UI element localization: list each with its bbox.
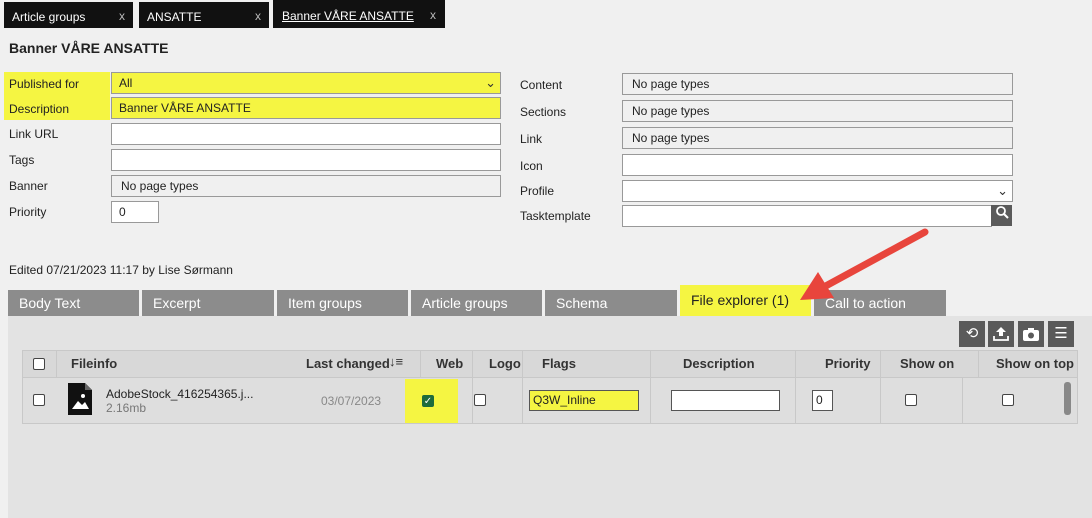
flags-field[interactable]: Q3W_Inline	[529, 390, 639, 411]
header-show-on: Show on	[900, 356, 955, 371]
tags-field[interactable]	[111, 149, 501, 171]
header-priority: Priority	[825, 356, 871, 371]
show-on-checkbox[interactable]	[905, 394, 917, 406]
close-icon[interactable]: x	[119, 9, 125, 23]
published-for-label: Published for	[9, 77, 80, 91]
header-logo: Logo	[489, 356, 521, 371]
priority-cell-field[interactable]: 0	[812, 390, 833, 411]
sections-field[interactable]: No page types	[622, 100, 1013, 122]
divider	[650, 350, 651, 424]
tab-article-groups[interactable]: Article groups	[411, 290, 542, 316]
sections-label: Sections	[520, 105, 567, 119]
tab-call-to-action[interactable]: Call to action	[814, 290, 946, 316]
header-web: Web	[436, 356, 464, 371]
tab-schema[interactable]: Schema	[545, 290, 677, 316]
show-on-top-checkbox[interactable]	[1002, 394, 1014, 406]
tab-label: Article groups	[422, 295, 508, 311]
priority-label: Priority	[9, 205, 47, 219]
scrollbar-thumb[interactable]	[1064, 382, 1071, 415]
tab-label: Excerpt	[153, 295, 201, 311]
icon-field[interactable]	[622, 154, 1013, 176]
header-flags: Flags	[542, 356, 576, 371]
tab-label: Item groups	[288, 295, 362, 311]
divider	[962, 378, 963, 424]
divider	[522, 350, 523, 424]
header-show-on-top: Show on top	[996, 356, 1074, 371]
tab-label: Body Text	[19, 295, 81, 311]
close-icon[interactable]: x	[430, 8, 436, 22]
tasktemplate-field[interactable]	[622, 205, 992, 227]
header-last-changed[interactable]: Last changed	[306, 356, 390, 371]
tab-label: Schema	[556, 295, 608, 311]
divider	[795, 350, 796, 424]
divider	[420, 350, 421, 378]
tab-label: File explorer (1)	[691, 292, 790, 308]
divider	[880, 350, 881, 424]
logo-checkbox[interactable]	[474, 394, 486, 406]
web-checkbox[interactable]: ✓	[422, 395, 434, 407]
last-changed-date: 03/07/2023	[321, 394, 382, 408]
header-description: Description	[683, 356, 755, 371]
tab-file-explorer[interactable]: File explorer (1)	[680, 285, 811, 316]
link-url-field[interactable]	[111, 123, 501, 145]
row-checkbox[interactable]	[33, 394, 45, 406]
published-for-value: All	[119, 76, 133, 90]
link-url-label: Link URL	[9, 127, 59, 141]
profile-select[interactable]: ⌄	[622, 180, 1013, 202]
top-tab-label: ANSATTE	[147, 10, 202, 24]
sort-icon[interactable]: ↓≡	[389, 354, 403, 369]
chevron-down-icon: ⌄	[997, 183, 1008, 198]
content-field[interactable]: No page types	[622, 73, 1013, 95]
file-size: 2.16mb	[106, 401, 147, 415]
priority-field[interactable]: 0	[111, 201, 159, 223]
select-all-checkbox[interactable]	[33, 358, 45, 370]
file-name[interactable]: AdobeStock_416254365.j...	[106, 387, 253, 401]
top-tab-bar: Article groups x ANSATTE x Banner VÅRE A…	[0, 0, 1092, 30]
upload-icon[interactable]	[988, 321, 1014, 347]
menu-icon[interactable]: ☰	[1048, 321, 1074, 347]
content-label: Content	[520, 78, 563, 92]
banner-field[interactable]: No page types	[111, 175, 501, 197]
chevron-down-icon: ⌄	[485, 75, 496, 90]
top-tab-label: Article groups	[12, 10, 86, 24]
icon-label: Icon	[520, 159, 543, 173]
top-tab-label: Banner VÅRE ANSATTE	[282, 9, 414, 23]
profile-label: Profile	[520, 184, 555, 198]
published-for-select[interactable]: All ⌄	[111, 72, 501, 94]
divider	[56, 350, 57, 378]
top-tab-banner[interactable]: Banner VÅRE ANSATTE x	[273, 0, 445, 28]
top-tab-article-groups[interactable]: Article groups x	[4, 2, 133, 28]
description-cell-field[interactable]	[671, 390, 780, 411]
image-file-icon	[68, 383, 92, 418]
tab-item-groups[interactable]: Item groups	[277, 290, 408, 316]
banner-label: Banner	[9, 179, 48, 193]
tab-excerpt[interactable]: Excerpt	[142, 290, 274, 316]
link-label: Link	[520, 132, 543, 146]
description-label: Description	[9, 102, 70, 116]
edited-info: Edited 07/21/2023 11:17 by Lise Sørmann	[9, 263, 233, 277]
search-icon[interactable]	[991, 205, 1012, 226]
description-field[interactable]: Banner VÅRE ANSATTE	[111, 97, 501, 119]
divider	[978, 350, 979, 378]
tab-label: Call to action	[825, 295, 906, 311]
camera-icon[interactable]	[1018, 321, 1044, 347]
header-fileinfo: Fileinfo	[71, 356, 118, 371]
tasktemplate-label: Tasktemplate	[520, 209, 591, 223]
close-icon[interactable]: x	[255, 9, 261, 23]
tab-body-text[interactable]: Body Text	[8, 290, 139, 316]
page-title: Banner VÅRE ANSATTE	[9, 40, 169, 56]
refresh-icon[interactable]: ⟲	[959, 321, 985, 347]
tags-label: Tags	[9, 153, 35, 167]
divider	[472, 350, 473, 424]
top-tab-ansatte[interactable]: ANSATTE x	[139, 2, 269, 28]
link-field[interactable]: No page types	[622, 127, 1013, 149]
